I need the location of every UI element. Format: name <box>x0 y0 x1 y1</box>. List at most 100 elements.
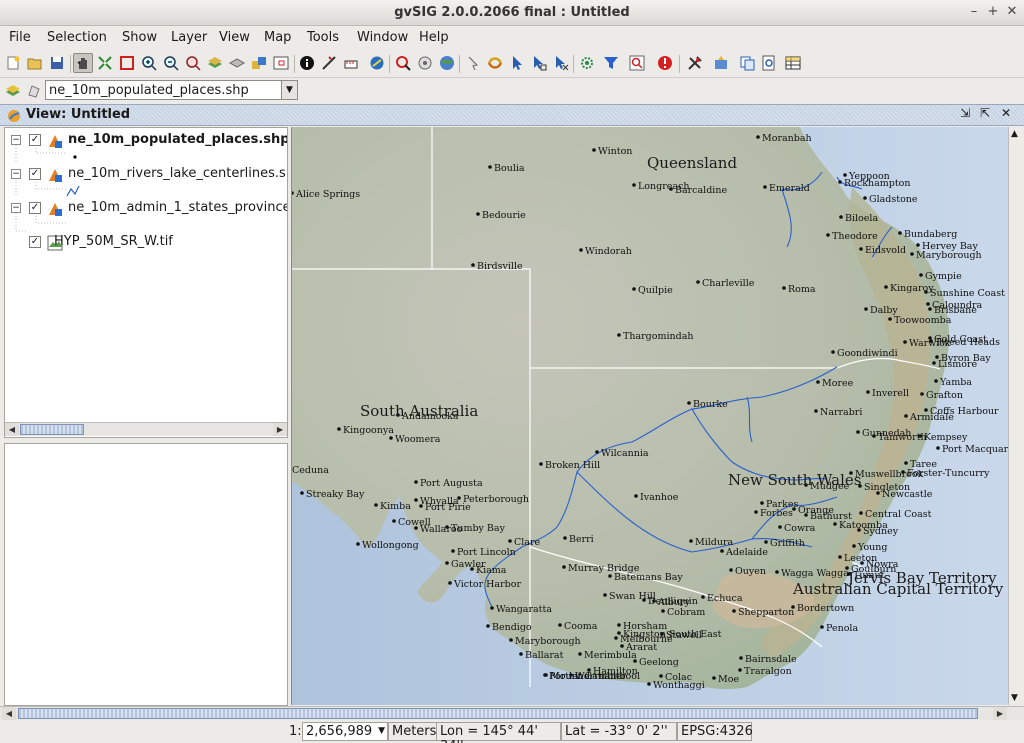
scroll-left-icon[interactable]: ◀ <box>5 423 19 436</box>
chevron-down-icon[interactable]: ▼ <box>281 81 297 99</box>
locator-icon[interactable] <box>271 53 291 73</box>
save-project-icon[interactable] <box>47 53 67 73</box>
view-close-icon[interactable]: ✕ <box>1001 106 1011 120</box>
zoom-select-icon[interactable] <box>117 53 137 73</box>
information-icon[interactable] <box>297 53 317 73</box>
place-marker <box>720 549 724 553</box>
map-svg[interactable]: MoranbahWintonYeppoonRockhamptonBouliaEm… <box>292 127 1008 705</box>
scroll-down-icon[interactable]: ▼ <box>1011 693 1018 703</box>
select-by-point-icon[interactable] <box>393 53 413 73</box>
table-icon[interactable] <box>783 53 803 73</box>
menu-map[interactable]: Map <box>264 30 291 45</box>
place-marker <box>414 498 418 502</box>
menu-layer[interactable]: Layer <box>171 30 207 45</box>
add-layer-icon[interactable] <box>205 53 225 73</box>
select-all-icon[interactable] <box>463 53 483 73</box>
select-by-rectangle-icon[interactable] <box>415 53 435 73</box>
place-port-augusta: Port Augusta <box>414 478 483 489</box>
zoom-previous-icon[interactable] <box>183 53 203 73</box>
maximize-button[interactable]: + <box>984 3 1002 21</box>
place-label: Winton <box>598 146 632 157</box>
scroll-right-icon[interactable]: ▶ <box>993 707 1007 720</box>
place-marker <box>476 212 480 216</box>
layer-visibility-checkbox[interactable]: ✓ <box>29 134 41 146</box>
menu-file[interactable]: File <box>9 30 31 45</box>
place-marker <box>929 339 933 343</box>
layer-visibility-checkbox[interactable]: ✓ <box>29 202 41 214</box>
toc-horizontal-scrollbar[interactable]: ◀ ▶ <box>5 422 287 436</box>
place-label: Young <box>857 542 887 553</box>
zoom-full-icon[interactable] <box>95 53 115 73</box>
place-marker <box>578 652 582 656</box>
group-layer-icon[interactable] <box>249 53 269 73</box>
place-label: Kingoonya <box>343 425 394 436</box>
place-label: Bordertown <box>797 603 854 614</box>
settings-icon[interactable] <box>577 53 597 73</box>
pan-icon[interactable] <box>73 53 93 73</box>
chevron-down-icon[interactable]: ▼ <box>378 726 385 736</box>
view-minimize-icon[interactable]: ⇲ <box>960 106 970 120</box>
menu-tools[interactable]: Tools <box>307 30 339 45</box>
select-cursor-add-icon[interactable] <box>529 53 549 73</box>
collapse-icon[interactable]: − <box>11 203 21 213</box>
layer-properties-icon[interactable] <box>24 80 44 100</box>
new-project-icon[interactable] <box>3 53 23 73</box>
edit-layer-icon[interactable] <box>3 80 23 100</box>
close-button[interactable]: ✕ <box>1003 3 1021 21</box>
collapse-icon[interactable]: − <box>11 169 21 179</box>
place-label: Rockhampton <box>844 178 910 189</box>
minimize-button[interactable]: – <box>965 3 983 21</box>
select-by-polygon-icon[interactable] <box>437 53 457 73</box>
query-icon[interactable] <box>627 53 647 73</box>
place-label: Roma <box>788 284 816 295</box>
view-icon <box>8 110 20 122</box>
place-windorah: Windorah <box>579 246 632 257</box>
place-label: Wonthaggi <box>653 680 705 691</box>
map-vertical-scrollbar[interactable]: ▲ ▼ <box>1008 127 1024 705</box>
scale-combo[interactable]: 2,656,989 ▼ <box>302 722 388 741</box>
menu-selection[interactable]: Selection <box>47 30 107 45</box>
zoom-out-icon[interactable] <box>161 53 181 73</box>
place-label: Muswellbrook <box>855 469 924 480</box>
place-bourke: Bourke <box>687 399 728 410</box>
scroll-right-icon[interactable]: ▶ <box>273 423 287 436</box>
place-marker <box>470 567 474 571</box>
select-cursor-remove-icon[interactable] <box>551 53 571 73</box>
menu-view[interactable]: View <box>219 30 250 45</box>
zoom-in-icon[interactable] <box>139 53 159 73</box>
select-invert-icon[interactable] <box>485 53 505 73</box>
scroll-up-icon[interactable]: ▲ <box>1011 129 1018 139</box>
place-label: Traralgon <box>744 666 792 677</box>
place-traralgon: Traralgon <box>738 666 792 677</box>
place-label: Bourke <box>693 399 728 410</box>
place-marker <box>852 544 856 548</box>
select-layer-icon[interactable] <box>507 53 527 73</box>
filter-icon[interactable] <box>601 53 621 73</box>
layer-visibility-checkbox[interactable]: ✓ <box>29 236 41 248</box>
tools-icon[interactable] <box>685 53 705 73</box>
hyperlink-icon[interactable] <box>367 53 387 73</box>
view-restore-icon[interactable]: ⇱ <box>980 106 990 120</box>
preview-icon[interactable] <box>759 53 779 73</box>
layer-visibility-checkbox[interactable]: ✓ <box>29 168 41 180</box>
map-horizontal-scrollbar[interactable]: ◀ ▶ <box>0 706 1024 720</box>
remove-layer-icon[interactable] <box>227 53 247 73</box>
copy-icon[interactable] <box>737 53 757 73</box>
export-icon[interactable] <box>711 53 731 73</box>
measure-area-icon[interactable] <box>341 53 361 73</box>
scroll-left-icon[interactable]: ◀ <box>2 707 16 720</box>
place-cooma: Cooma <box>558 621 598 632</box>
menu-show[interactable]: Show <box>122 30 157 45</box>
menu-help[interactable]: Help <box>419 30 449 45</box>
measure-distance-icon[interactable] <box>319 53 339 73</box>
error-icon[interactable] <box>655 53 675 73</box>
place-marker <box>488 165 492 169</box>
active-layer-combo[interactable]: ne_10m_populated_places.shp ▼ <box>45 80 298 100</box>
open-project-icon[interactable] <box>25 53 45 73</box>
map-canvas[interactable]: Moranbah Winton Yeppoon Rockhampton Boulia Em… <box>291 127 1008 705</box>
place-wonthaggi: Wonthaggi <box>647 680 705 691</box>
scrollbar-thumb[interactable] <box>20 424 84 435</box>
menu-window[interactable]: Window <box>357 30 408 45</box>
collapse-icon[interactable]: − <box>11 135 21 145</box>
scrollbar-thumb[interactable] <box>18 708 978 719</box>
